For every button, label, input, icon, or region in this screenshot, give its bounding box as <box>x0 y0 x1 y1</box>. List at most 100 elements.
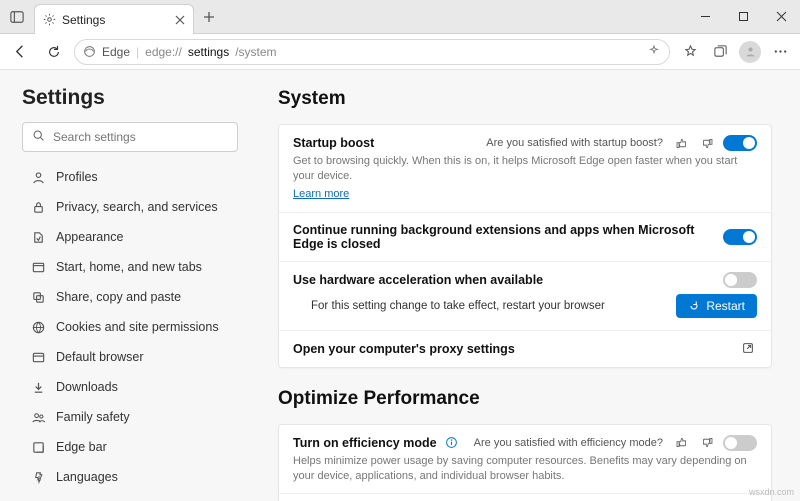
setting-subtext: For this setting change to take effect, … <box>311 300 605 312</box>
gear-icon <box>43 13 56 26</box>
address-path-post: /system <box>235 45 276 59</box>
close-window-button[interactable] <box>762 0 800 33</box>
sidebar-item-label: Languages <box>56 470 118 484</box>
sidebar-item-family-safety[interactable]: Family safety <box>22 402 238 432</box>
more-icon <box>773 44 788 59</box>
main-panel[interactable]: SystemStartup boostAre you satisfied wit… <box>250 70 800 501</box>
sidebar-item-label: Default browser <box>56 350 144 364</box>
sidebar-item-downloads[interactable]: Downloads <box>22 372 238 402</box>
toggle-switch[interactable] <box>723 229 757 245</box>
sidebar-item-share-copy-and-paste[interactable]: Share, copy and paste <box>22 282 238 312</box>
thumbs-up-button[interactable] <box>673 435 689 451</box>
setting-description: Get to browsing quickly. When this is on… <box>293 154 757 184</box>
tab-settings[interactable]: Settings <box>34 4 194 34</box>
sidebar-item-icon <box>30 229 46 245</box>
setting-row: Use hardware acceleration when available… <box>279 262 771 331</box>
restart-button[interactable]: Restart <box>676 294 757 318</box>
sidebar-item-cookies-and-site-permissions[interactable]: Cookies and site permissions <box>22 312 238 342</box>
profile-button[interactable] <box>736 38 764 66</box>
sidebar-item-icon <box>30 259 46 275</box>
sidebar-item-label: Downloads <box>56 380 118 394</box>
back-icon <box>13 44 28 59</box>
restart-icon <box>688 300 700 312</box>
toggle-switch[interactable] <box>723 135 757 151</box>
sidebar-item-label: Edge bar <box>56 440 107 454</box>
window-controls <box>686 0 800 33</box>
read-aloud-button[interactable] <box>647 45 661 59</box>
sidebar-item-start-home-and-new-tabs[interactable]: Start, home, and new tabs <box>22 252 238 282</box>
edge-icon <box>83 45 96 58</box>
setting-row[interactable]: Open your computer's proxy settings <box>279 331 771 367</box>
minimize-button[interactable] <box>686 0 724 33</box>
address-prefix: Edge <box>102 45 130 59</box>
sidebar-item-icon: A <box>30 469 46 485</box>
toggle-switch[interactable] <box>723 272 757 288</box>
sidebar-item-default-browser[interactable]: Default browser <box>22 342 238 372</box>
sidebar-item-profiles[interactable]: Profiles <box>22 162 238 192</box>
setting-row: Improve your PC gaming experience with e… <box>279 494 771 501</box>
titlebar: Settings <box>0 0 800 34</box>
sidebar-item-icon <box>30 379 46 395</box>
sidebar-item-label: Start, home, and new tabs <box>56 260 202 274</box>
sidebar-item-edge-bar[interactable]: Edge bar <box>22 432 238 462</box>
content: Settings Profiles Privacy, search, and se… <box>0 70 800 501</box>
svg-text:A: A <box>36 475 41 482</box>
thumbs-down-button[interactable] <box>699 135 715 151</box>
collections-button[interactable] <box>706 38 734 66</box>
maximize-button[interactable] <box>724 0 762 33</box>
sidebar: Settings Profiles Privacy, search, and se… <box>0 70 250 501</box>
sidebar-item-icon <box>30 289 46 305</box>
close-icon <box>175 15 185 25</box>
plus-icon <box>203 11 215 23</box>
sidebar-item-label: Profiles <box>56 170 98 184</box>
sidebar-item-label: Share, copy and paste <box>56 290 181 304</box>
watermark: wsxdn.com <box>749 487 794 497</box>
feedback-prompt: Are you satisfied with startup boost? <box>486 135 715 151</box>
setting-title: Continue running background extensions a… <box>293 223 707 251</box>
refresh-icon <box>47 45 61 59</box>
sidebar-item-icon <box>30 349 46 365</box>
search-input[interactable] <box>22 122 238 152</box>
new-tab-button[interactable] <box>194 0 224 33</box>
setting-title: Use hardware acceleration when available <box>293 273 543 287</box>
sidebar-item-icon <box>30 409 46 425</box>
sidebar-item-appearance[interactable]: Appearance <box>22 222 238 252</box>
sidebar-item-privacy-search-and-services[interactable]: Privacy, search, and services <box>22 192 238 222</box>
sidebar-item-icon <box>30 169 46 185</box>
refresh-button[interactable] <box>40 38 68 66</box>
address-bar[interactable]: Edge | edge://settings/system <box>74 39 670 65</box>
favorites-button[interactable] <box>676 38 704 66</box>
sidebar-nav: Profiles Privacy, search, and services App… <box>22 162 238 501</box>
thumbs-up-button[interactable] <box>673 135 689 151</box>
sidebar-item-icon <box>30 199 46 215</box>
section-heading: Optimize Performance <box>278 388 772 410</box>
address-path-strong: settings <box>188 45 229 59</box>
collections-icon <box>713 44 728 59</box>
minimize-icon <box>700 11 711 22</box>
learn-more-link[interactable]: Learn more <box>293 188 349 200</box>
info-icon[interactable] <box>445 436 458 449</box>
sidebar-item-label: Family safety <box>56 410 130 424</box>
toggle-switch[interactable] <box>723 435 757 451</box>
sidebar-item-label: Appearance <box>56 230 123 244</box>
tab-actions-button[interactable] <box>0 0 34 33</box>
sidebar-item-label: Cookies and site permissions <box>56 320 219 334</box>
settings-heading: Settings <box>22 86 238 110</box>
maximize-icon <box>738 11 749 22</box>
menu-button[interactable] <box>766 38 794 66</box>
tab-title: Settings <box>62 13 105 27</box>
sidebar-item-icon <box>30 439 46 455</box>
thumbs-down-button[interactable] <box>699 435 715 451</box>
tab-close-button[interactable] <box>175 15 185 25</box>
settings-card: Startup boost Are you satisfied with star… <box>278 124 772 368</box>
sparkle-icon <box>647 45 661 59</box>
address-path-pre: edge:// <box>145 45 182 59</box>
sidebar-item-languages[interactable]: A Languages <box>22 462 238 492</box>
setting-title: Startup boost <box>293 136 374 150</box>
setting-title: Open your computer's proxy settings <box>293 342 515 356</box>
sidebar-item-printers[interactable]: Printers <box>22 492 238 501</box>
back-button[interactable] <box>6 38 34 66</box>
open-external-icon <box>741 341 757 357</box>
close-icon <box>776 11 787 22</box>
star-plus-icon <box>683 44 698 59</box>
